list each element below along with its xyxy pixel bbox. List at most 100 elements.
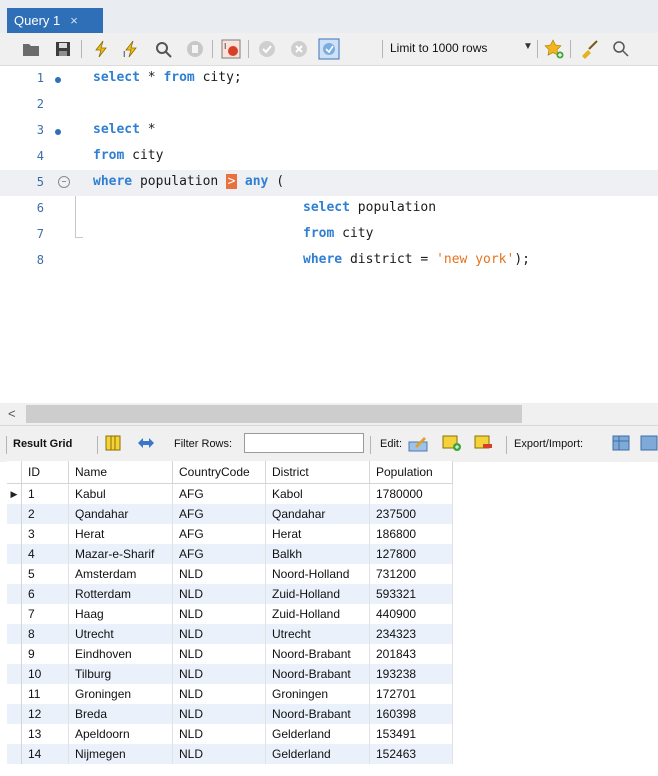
table-cell[interactable]: Zuid-Holland	[265, 604, 370, 624]
commit-icon[interactable]	[256, 38, 278, 60]
add-snippet-star-icon[interactable]	[543, 38, 565, 60]
table-cell[interactable]: Noord-Brabant	[265, 664, 370, 684]
autocommit-toggle-icon[interactable]	[318, 38, 340, 60]
table-cell[interactable]: 160398	[369, 704, 453, 724]
table-cell[interactable]: NLD	[172, 564, 266, 584]
row-selector[interactable]	[7, 744, 22, 764]
table-cell[interactable]: Balkh	[265, 544, 370, 564]
table-cell[interactable]: Tilburg	[68, 664, 173, 684]
table-cell[interactable]: 153491	[369, 724, 453, 744]
table-cell[interactable]: 11	[21, 684, 69, 704]
editor-horizontal-scrollbar[interactable]: <	[0, 403, 658, 425]
table-cell[interactable]: NLD	[172, 624, 266, 644]
table-cell[interactable]: 6	[21, 584, 69, 604]
row-selector[interactable]	[7, 584, 22, 604]
result-grid-tab[interactable]: Result Grid	[13, 438, 72, 450]
table-cell[interactable]: NLD	[172, 684, 266, 704]
grid-layout-icon[interactable]	[104, 434, 122, 452]
table-cell[interactable]: 234323	[369, 624, 453, 644]
table-cell[interactable]: Eindhoven	[68, 644, 173, 664]
beautify-broom-icon[interactable]	[578, 38, 600, 60]
table-cell[interactable]: Breda	[68, 704, 173, 724]
table-cell[interactable]: 10	[21, 664, 69, 684]
result-grid[interactable]: ID Name CountryCode District Population …	[7, 461, 658, 776]
row-selector[interactable]	[7, 604, 22, 624]
add-row-icon[interactable]	[442, 434, 461, 452]
row-selector[interactable]	[7, 684, 22, 704]
column-header[interactable]: District	[265, 461, 370, 484]
table-cell[interactable]: Amsterdam	[68, 564, 173, 584]
table-cell[interactable]: NLD	[172, 704, 266, 724]
table-cell[interactable]: NLD	[172, 584, 266, 604]
table-cell[interactable]: Qandahar	[265, 504, 370, 524]
row-selector[interactable]	[7, 624, 22, 644]
row-selector[interactable]	[7, 644, 22, 664]
explain-magnifier-icon[interactable]	[152, 38, 174, 60]
table-cell[interactable]: NLD	[172, 744, 266, 764]
table-cell[interactable]: Kabol	[265, 483, 370, 504]
table-cell[interactable]: Apeldoorn	[68, 724, 173, 744]
table-cell[interactable]: AFG	[172, 483, 266, 504]
table-row[interactable]: 5 Amsterdam NLD Noord-Holland 731200	[7, 564, 453, 584]
current-row-arrow-icon[interactable]: ▶	[7, 483, 22, 504]
table-cell[interactable]: AFG	[172, 544, 266, 564]
fold-collapse-icon[interactable]: −	[58, 176, 70, 188]
table-cell[interactable]: 237500	[369, 504, 453, 524]
table-cell[interactable]: AFG	[172, 504, 266, 524]
table-row[interactable]: 10 Tilburg NLD Noord-Brabant 193238	[7, 664, 453, 684]
table-cell[interactable]: AFG	[172, 524, 266, 544]
stop-icon[interactable]	[184, 38, 206, 60]
table-cell[interactable]: 731200	[369, 564, 453, 584]
table-cell[interactable]: 152463	[369, 744, 453, 764]
table-cell[interactable]: Groningen	[265, 684, 370, 704]
table-cell[interactable]: 13	[21, 724, 69, 744]
table-cell[interactable]: 3	[21, 524, 69, 544]
chevron-down-icon[interactable]: ▼	[523, 41, 533, 52]
column-header[interactable]: Population	[369, 461, 453, 484]
table-cell[interactable]: NLD	[172, 664, 266, 684]
row-selector[interactable]	[7, 504, 22, 524]
table-cell[interactable]: Utrecht	[68, 624, 173, 644]
table-row[interactable]: 13 Apeldoorn NLD Gelderland 153491	[7, 724, 453, 744]
delete-row-icon[interactable]	[474, 434, 492, 452]
table-row[interactable]: 7 Haag NLD Zuid-Holland 440900	[7, 604, 453, 624]
table-cell[interactable]: NLD	[172, 724, 266, 744]
table-cell[interactable]: Noord-Brabant	[265, 704, 370, 724]
scrollbar-thumb[interactable]	[26, 405, 522, 423]
table-cell[interactable]: Herat	[68, 524, 173, 544]
table-row[interactable]: 4 Mazar-e-Sharif AFG Balkh 127800	[7, 544, 453, 564]
import-icon[interactable]	[640, 434, 658, 452]
row-selector[interactable]	[7, 704, 22, 724]
table-cell[interactable]: 7	[21, 604, 69, 624]
table-row[interactable]: 8 Utrecht NLD Utrecht 234323	[7, 624, 453, 644]
table-cell[interactable]: Haag	[68, 604, 173, 624]
table-cell[interactable]: 14	[21, 744, 69, 764]
row-selector[interactable]	[7, 724, 22, 744]
table-cell[interactable]: Zuid-Holland	[265, 584, 370, 604]
table-cell[interactable]: 186800	[369, 524, 453, 544]
table-row[interactable]: 3 Herat AFG Herat 186800	[7, 524, 453, 544]
table-cell[interactable]: 172701	[369, 684, 453, 704]
table-cell[interactable]: Gelderland	[265, 744, 370, 764]
table-cell[interactable]: Mazar-e-Sharif	[68, 544, 173, 564]
tab-close-icon[interactable]: ×	[70, 13, 78, 28]
rollback-icon[interactable]	[288, 38, 310, 60]
table-row[interactable]: ▶ 1 Kabul AFG Kabol 1780000	[7, 483, 453, 504]
table-cell[interactable]: 2	[21, 504, 69, 524]
filter-rows-input[interactable]	[244, 433, 364, 453]
table-row[interactable]: 6 Rotterdam NLD Zuid-Holland 593321	[7, 584, 453, 604]
table-row[interactable]: 2 Qandahar AFG Qandahar 237500	[7, 504, 453, 524]
table-row[interactable]: 9 Eindhoven NLD Noord-Brabant 201843	[7, 644, 453, 664]
tab-query-1[interactable]: Query 1 ×	[7, 8, 103, 33]
toggle-error-stop-icon[interactable]: I	[220, 38, 242, 60]
table-cell[interactable]: 201843	[369, 644, 453, 664]
column-header[interactable]: ID	[21, 461, 69, 484]
table-cell[interactable]: 9	[21, 644, 69, 664]
refresh-arrows-icon[interactable]	[136, 434, 154, 452]
edit-row-pencil-icon[interactable]	[408, 434, 428, 452]
table-cell[interactable]: Gelderland	[265, 724, 370, 744]
table-cell[interactable]: Nijmegen	[68, 744, 173, 764]
column-header[interactable]: Name	[68, 461, 173, 484]
table-cell[interactable]: 1	[21, 483, 69, 504]
row-selector[interactable]	[7, 664, 22, 684]
